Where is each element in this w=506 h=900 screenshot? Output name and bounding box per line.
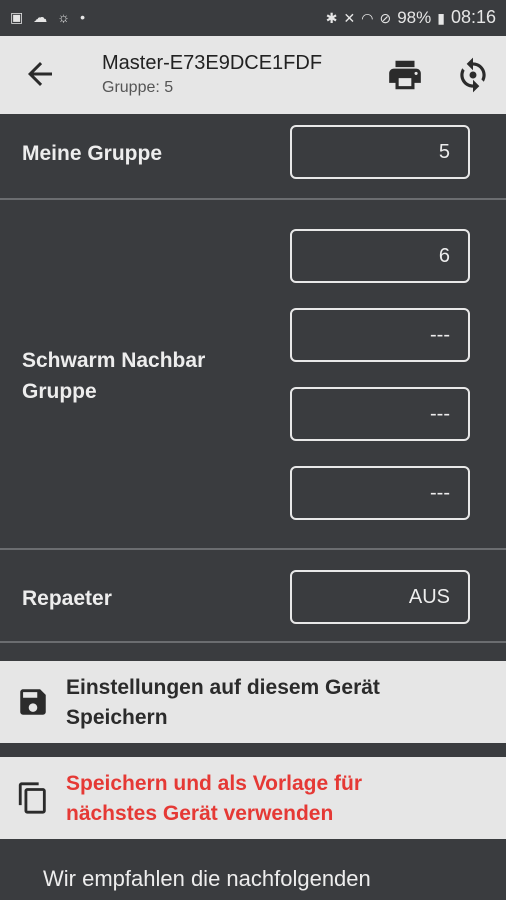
my-group-label: Meine Gruppe [22,142,163,165]
wifi-icon: ◠ [361,9,374,26]
save-settings-label: Einstellungen auf diesem Gerät Speichern [66,676,380,729]
swarm-neighbor-group-field-2[interactable]: --- [290,308,470,362]
sync-icon[interactable] [454,56,492,94]
divider [0,198,506,200]
image-notification-icon: ▣ [10,9,24,25]
recommendation-text: Wir empfahlen die nachfolgenden [43,866,371,891]
status-bar: ▣ ☁ ☼ • ✱ ✕ ◠ ⊘ 98% ▮ 08:16 [0,0,506,36]
page-subtitle: Gruppe: 5 [102,79,174,96]
divider [0,641,506,643]
clock: 08:16 [450,7,496,27]
swarm-neighbor-group-label: Schwarm Nachbar Gruppe [22,349,206,403]
battery-icon: ▮ [437,9,445,26]
print-icon[interactable] [386,56,424,94]
save-settings-button[interactable]: Einstellungen auf diesem Gerät Speichern [0,661,506,743]
more-notifications-icon: • [80,9,85,25]
swarm-neighbor-group-field-3[interactable]: --- [290,387,470,441]
bluetooth-icon: ✱ [325,9,338,26]
save-as-template-label: Speichern und als Vorlage für nächstes G… [66,772,363,825]
divider [0,548,506,550]
save-icon [16,685,50,719]
do-not-disturb-icon: ⊘ [379,9,392,26]
page-title: Master-E73E9DCE1FDF [102,52,323,74]
swarm-neighbor-group-field-4[interactable]: --- [290,466,470,520]
swarm-neighbor-group-field-1[interactable]: 6 [290,229,470,283]
save-as-template-button[interactable]: Speichern und als Vorlage für nächstes G… [0,757,506,839]
repeater-label: Repaeter [22,587,112,610]
copy-icon [16,781,50,815]
weather-notification-icon: ☼ [57,9,71,25]
mute-icon: ✕ [343,9,356,26]
app-bar: Master-E73E9DCE1FDF Gruppe: 5 [0,36,506,114]
my-group-field[interactable]: 5 [290,125,470,179]
battery-percent: 98% [397,7,432,27]
repeater-field[interactable]: AUS [290,570,470,624]
cloud-notification-icon: ☁ [33,9,48,25]
arrow-back-icon[interactable] [22,56,58,92]
